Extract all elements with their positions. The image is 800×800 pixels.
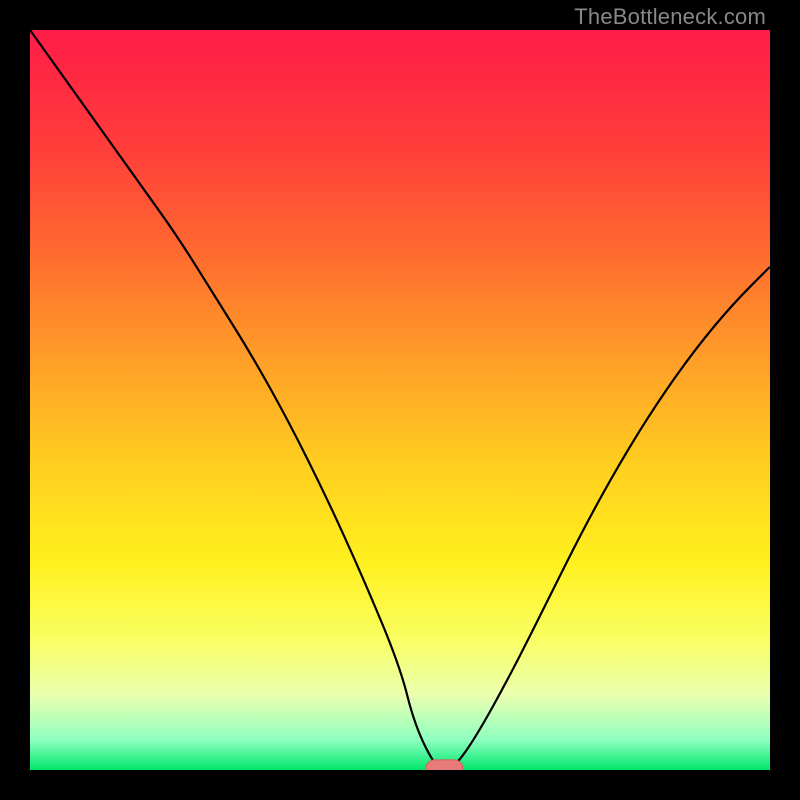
watermark-text: TheBottleneck.com	[574, 4, 766, 30]
bottleneck-chart	[30, 30, 770, 770]
optimal-marker	[426, 760, 463, 770]
chart-frame	[30, 30, 770, 770]
